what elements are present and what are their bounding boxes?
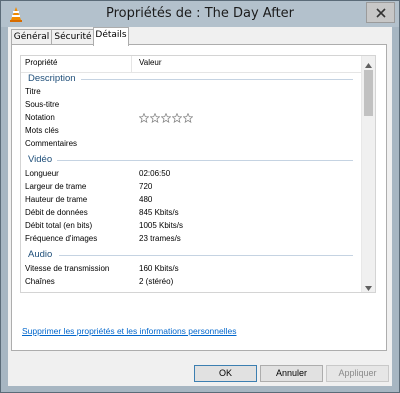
list-item[interactable]: Titre (21, 87, 361, 100)
dialog-buttons: OK Annuler Appliquer (8, 360, 392, 386)
property-value[interactable]: 1005 Kbits/s (139, 221, 183, 230)
property-value[interactable]: 23 trames/s (139, 234, 181, 243)
list-rows: Description Titre Sous-titre Notation Mo… (21, 72, 361, 291)
chevron-down-icon (365, 276, 372, 292)
property-value[interactable]: 160 Kbits/s (139, 264, 179, 273)
group-label-video: Vidéo (28, 154, 53, 165)
details-panel: Propriété Valeur Description Titre Sous-… (11, 44, 387, 351)
star-outline-icon[interactable] (150, 113, 160, 123)
star-outline-icon[interactable] (172, 113, 182, 123)
apply-button[interactable]: Appliquer (326, 365, 389, 382)
column-divider[interactable] (131, 56, 132, 72)
title-bar[interactable]: Propriétés de : The Day After (1, 1, 399, 27)
tab-securite[interactable]: Sécurité (51, 29, 95, 45)
ok-button[interactable]: OK (194, 365, 257, 382)
list-item[interactable]: Chaînes 2 (stéréo) (21, 277, 361, 290)
property-name: Fréquence d'images (25, 234, 98, 243)
list-header: Propriété Valeur (21, 56, 361, 73)
dialog-client: Général Sécurité Détails Propriété Valeu… (8, 27, 392, 386)
tab-details[interactable]: Détails (93, 27, 129, 46)
vertical-scrollbar[interactable] (361, 56, 375, 292)
scroll-thumb[interactable] (364, 70, 373, 116)
property-name: Commentaires (25, 139, 78, 148)
list-item[interactable]: Débit de données 845 Kbits/s (21, 208, 361, 221)
property-name: Hauteur de trame (25, 195, 88, 204)
close-button[interactable] (366, 2, 395, 23)
property-value[interactable]: 02:06:50 (139, 169, 170, 178)
group-description[interactable]: Description (21, 73, 361, 86)
property-name: Vitesse de transmission (25, 264, 110, 273)
group-divider (81, 79, 353, 80)
list-item[interactable]: Longueur 02:06:50 (21, 169, 361, 182)
list-item[interactable]: Débit total (en bits) 1005 Kbits/s (21, 221, 361, 234)
cancel-button[interactable]: Annuler (260, 365, 323, 382)
property-name: Sous-titre (25, 100, 60, 109)
list-item[interactable]: Mots clés (21, 126, 361, 139)
group-audio[interactable]: Audio (21, 249, 361, 262)
remove-properties-link[interactable]: Supprimer les propriétés et les informat… (22, 326, 237, 336)
property-value[interactable]: 720 (139, 182, 152, 191)
group-divider (57, 160, 353, 161)
list-item[interactable]: Notation (21, 113, 361, 126)
star-outline-icon[interactable] (161, 113, 171, 123)
group-video[interactable]: Vidéo (21, 154, 361, 167)
list-item[interactable]: Largeur de trame 720 (21, 182, 361, 195)
property-name: Chaînes (25, 277, 55, 286)
property-value[interactable]: 2 (stéréo) (139, 277, 173, 286)
group-label-audio: Audio (28, 249, 53, 260)
group-label-description: Description (28, 73, 76, 84)
property-name: Titre (25, 87, 41, 96)
property-name: Débit total (en bits) (25, 221, 93, 230)
list-item[interactable]: Commentaires (21, 139, 361, 152)
scroll-down-button[interactable] (362, 279, 375, 292)
properties-window: Propriétés de : The Day After Général Sé… (0, 0, 400, 393)
list-item[interactable]: Hauteur de trame 480 (21, 195, 361, 208)
scroll-up-button[interactable] (362, 56, 375, 69)
window-title: Propriétés de : The Day After (105, 6, 295, 21)
rating-stars[interactable] (139, 113, 193, 123)
property-name: Notation (25, 113, 55, 122)
property-name: Débit de données (25, 208, 88, 217)
property-name: Mots clés (25, 126, 59, 135)
property-value[interactable]: 480 (139, 195, 152, 204)
properties-list[interactable]: Propriété Valeur Description Titre Sous-… (20, 55, 376, 293)
property-name: Longueur (25, 169, 59, 178)
close-x-icon (375, 7, 386, 18)
column-header-value[interactable]: Valeur (139, 58, 162, 67)
tab-general[interactable]: Général (11, 29, 52, 45)
list-item[interactable]: Vitesse de transmission 160 Kbits/s (21, 264, 361, 277)
property-value[interactable]: 845 Kbits/s (139, 208, 179, 217)
star-outline-icon[interactable] (139, 113, 149, 123)
column-header-property[interactable]: Propriété (25, 58, 57, 67)
property-name: Largeur de trame (25, 182, 87, 191)
list-item[interactable]: Fréquence d'images 23 trames/s (21, 234, 361, 247)
group-divider (59, 255, 353, 256)
list-item[interactable]: Sous-titre (21, 100, 361, 113)
star-outline-icon[interactable] (183, 113, 193, 123)
